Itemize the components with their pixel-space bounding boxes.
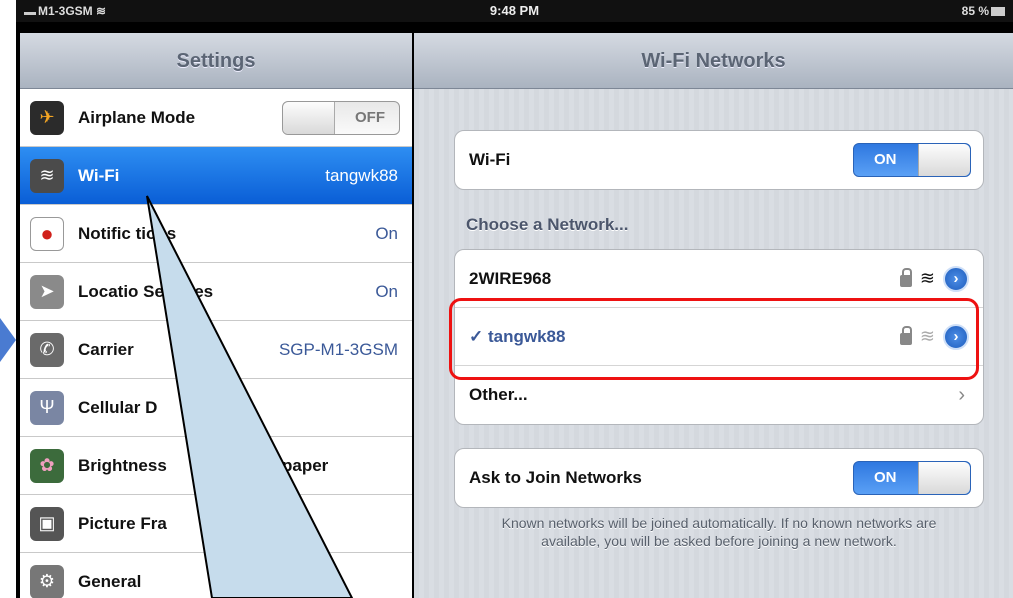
sidebar-item-carrier[interactable]: ✆ Carrier SGP-M1-3GSM	[20, 321, 412, 379]
sidebar-item-airplane-mode[interactable]: ✈ Airplane Mode OFF	[20, 89, 412, 147]
sidebar-item-label: Locatio Services	[78, 281, 214, 301]
wifi-row: Wi-Fi ON	[455, 131, 983, 189]
location-icon: ➤	[30, 274, 64, 309]
signal-icon	[24, 7, 36, 15]
sidebar-item-label: Airplane Mode	[78, 107, 196, 127]
battery-icon	[991, 7, 1005, 16]
ask-to-join-group: Ask to Join Networks ON	[454, 448, 984, 508]
wifi-signal-icon: ≋	[919, 268, 935, 288]
sidebar-item-label: Picture Fra	[78, 513, 167, 533]
clock: 9:48 PM	[489, 3, 540, 18]
sidebar-item-notifications[interactable]: ● Notific tions On	[20, 205, 412, 263]
sidebar-item-value: On	[375, 223, 398, 243]
network-highlight-box	[449, 298, 979, 380]
page-title: Wi-Fi Networks	[414, 33, 1013, 89]
airplane-mode-toggle[interactable]: OFF	[282, 100, 400, 135]
sidebar-item-picture-frame[interactable]: ▣ Picture Fra	[20, 495, 412, 553]
wifi-status-icon: ≋	[96, 4, 107, 18]
wifi-toggle[interactable]: ON	[853, 143, 971, 177]
toggle-knob[interactable]	[918, 144, 970, 176]
sidebar-item-value: SGP-M1-3GSM	[278, 339, 398, 359]
sidebar-item-value: On	[375, 281, 398, 301]
wifi-toggle-group: Wi-Fi ON	[454, 130, 984, 190]
detail-disclosure-icon[interactable]: ›	[943, 265, 969, 292]
sidebar-item-label: Carrier	[78, 339, 134, 359]
status-bar: M1-3GSM ≋ 9:48 PM 85 %	[16, 0, 1013, 22]
notifications-icon: ●	[30, 216, 64, 251]
lock-icon	[899, 267, 912, 287]
ask-to-join-label: Ask to Join Networks	[469, 468, 642, 487]
toggle-knob[interactable]	[283, 101, 335, 134]
sidebar-item-label: Cellular D	[78, 397, 158, 417]
sidebar-item-label-suffix: paper	[282, 455, 329, 475]
settings-pane: Settings ✈ Airplane Mode OFF ≋ Wi-Fi tan…	[20, 33, 412, 598]
sidebar-item-wifi[interactable]: ≋ Wi-Fi tangwk88	[20, 147, 412, 205]
toggle-knob[interactable]	[918, 462, 970, 494]
antenna-icon: Ψ	[30, 390, 64, 425]
wifi-icon: ≋	[30, 158, 64, 193]
picture-frame-icon: ▣	[30, 506, 64, 541]
network-name: Other...	[469, 385, 528, 404]
sidebar-item-value: tangwk88	[325, 165, 398, 185]
network-name: 2WIRE968	[469, 268, 552, 288]
chevron-right-icon: ›	[958, 383, 965, 406]
sidebar-item-label: Wi-Fi	[78, 165, 120, 185]
sidebar-item-label: General	[78, 571, 142, 591]
settings-title: Settings	[20, 33, 412, 89]
gear-icon: ⚙	[30, 564, 64, 598]
sidebar-item-label: Notific tions	[78, 223, 177, 243]
sidebar-item-location-services[interactable]: ➤ Locatio Services On	[20, 263, 412, 321]
sidebar-item-general[interactable]: ⚙ General	[20, 553, 412, 598]
choose-network-label: Choose a Network...	[466, 215, 629, 234]
ask-to-join-footnote: Known networks will be joined automatica…	[501, 515, 937, 549]
airplane-icon: ✈	[30, 100, 64, 135]
carrier-name: M1-3GSM	[38, 4, 93, 18]
toggle-state: ON	[874, 469, 897, 486]
left-arrow-marker	[0, 318, 16, 362]
sidebar-item-cellular-data[interactable]: Ψ Cellular D	[20, 379, 412, 437]
flower-icon: ✿	[30, 448, 64, 483]
sidebar-item-brightness-wallpaper[interactable]: ✿ Brightness paper	[20, 437, 412, 495]
phone-icon: ✆	[30, 332, 64, 367]
ask-to-join-row: Ask to Join Networks ON	[455, 449, 983, 507]
ask-to-join-toggle[interactable]: ON	[853, 461, 971, 495]
toggle-state: ON	[874, 151, 897, 168]
toggle-state: OFF	[355, 108, 385, 126]
battery-percent: 85 %	[961, 4, 989, 18]
sidebar-item-label: Brightness	[78, 455, 167, 475]
wifi-label: Wi-Fi	[469, 150, 511, 169]
